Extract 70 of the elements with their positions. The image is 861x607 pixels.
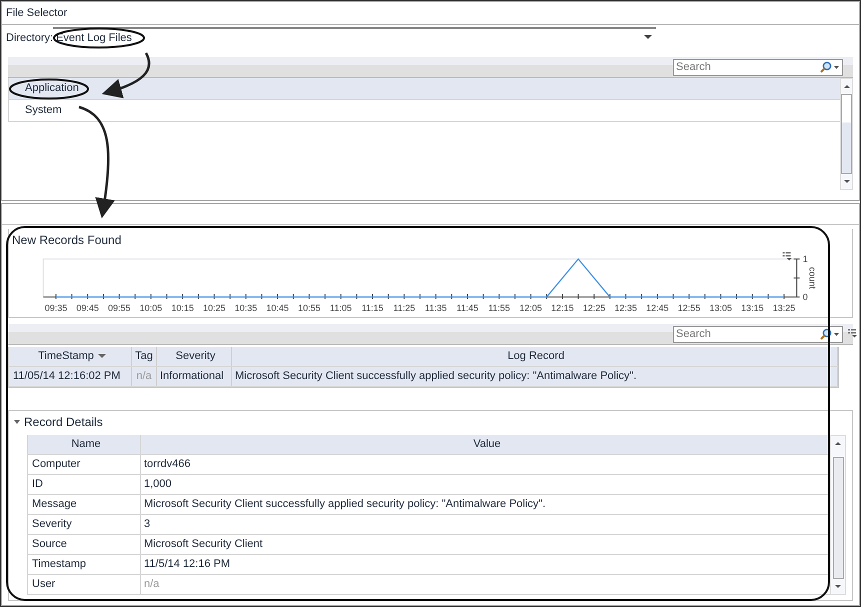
y-tick-label: 1 [802,254,808,264]
x-tick-label: 11:15 [362,303,384,313]
table-cell-text: n/a [143,577,160,592]
table-cell: Timestamp [28,555,141,574]
table-cell: 11/05/14 12:16:02 PM [9,367,132,386]
section-title: Record Details [24,415,103,429]
list-item[interactable]: System [8,100,840,122]
x-tick-label: 10:35 [234,303,258,313]
sort-icon [98,354,106,358]
x-tick-label: 12:05 [520,303,542,313]
table-cell: Message [28,495,141,514]
y-axis-label: count [808,266,818,290]
column-options-icon[interactable] [848,329,857,339]
list-item[interactable]: Application [8,78,840,100]
x-tick-label: 13:05 [709,303,732,313]
x-tick-label: 12:25 [582,303,606,313]
table-cell-text: Microsoft Security Client [143,537,264,552]
x-tick-label: 09:45 [76,303,99,313]
x-tick-label: 11:35 [424,303,447,313]
table-cell: Microsoft Security Client successfully applied security policy: "Antimalware Policy". [232,367,838,386]
scrollbar[interactable] [840,78,853,190]
x-tick-label: 11:45 [456,303,478,313]
x-tick-label: 09:35 [44,303,68,313]
column-header[interactable]: Severity [157,347,232,366]
panel-title: File Selector [2,2,859,25]
search-field[interactable]: Search [673,326,843,342]
table-cell: Informational [157,367,232,386]
table-cell-text: Microsoft Security Client successfully applied security policy: "Antimalware Policy". [143,497,547,512]
scrollbar[interactable] [830,435,846,595]
column-header[interactable]: TimeStamp [9,347,132,366]
x-tick-label: 12:45 [646,303,669,313]
column-header[interactable]: Log Record [232,347,838,366]
x-tick-label: 10:15 [171,303,194,313]
search-field[interactable]: Search [673,58,843,76]
table-cell: ID [28,475,141,494]
chart-title: New Records Found [11,232,122,249]
table-cell: Computer [28,455,141,474]
column-header: Value [472,437,502,452]
table-cell-text: 3 [143,517,152,532]
x-tick-label: 12:15 [551,303,574,313]
chart-options-icon[interactable] [782,252,792,260]
x-tick-label: 10:55 [298,303,320,313]
x-tick-label: 12:55 [678,303,700,313]
table-cell-text: torrdv466 [143,457,192,472]
collapse-icon[interactable] [14,420,20,424]
x-tick-label: 12:35 [614,303,638,313]
search-icon [818,328,840,340]
table-cell: Severity [28,515,141,534]
x-tick-label: 11:05 [330,303,352,313]
x-tick-label: 13:25 [772,303,796,313]
directory-label: Directory: [6,32,54,44]
table-cell-text: 11/5/14 12:16 PM [143,557,232,572]
y-tick-label: 0 [802,292,808,302]
table-cell: n/a [132,367,157,386]
x-tick-label: 11:55 [488,303,510,313]
table-cell: Source [28,535,141,554]
callout-arrow [102,52,150,98]
caret-icon [644,35,652,39]
x-tick-label: 13:15 [741,303,764,313]
x-tick-label: 10:05 [140,303,162,313]
x-tick-label: 11:25 [393,303,416,313]
table-cell: User [28,575,141,594]
column-header[interactable]: Tag [132,347,157,366]
search-icon [818,60,840,72]
y-axis [793,258,800,298]
x-tick-label: 10:45 [266,303,289,313]
column-header: Name [28,435,141,454]
x-tick-label: 09:55 [108,303,131,313]
x-tick-label: 10:25 [202,303,226,313]
table-cell-text: 1,000 [143,477,173,492]
